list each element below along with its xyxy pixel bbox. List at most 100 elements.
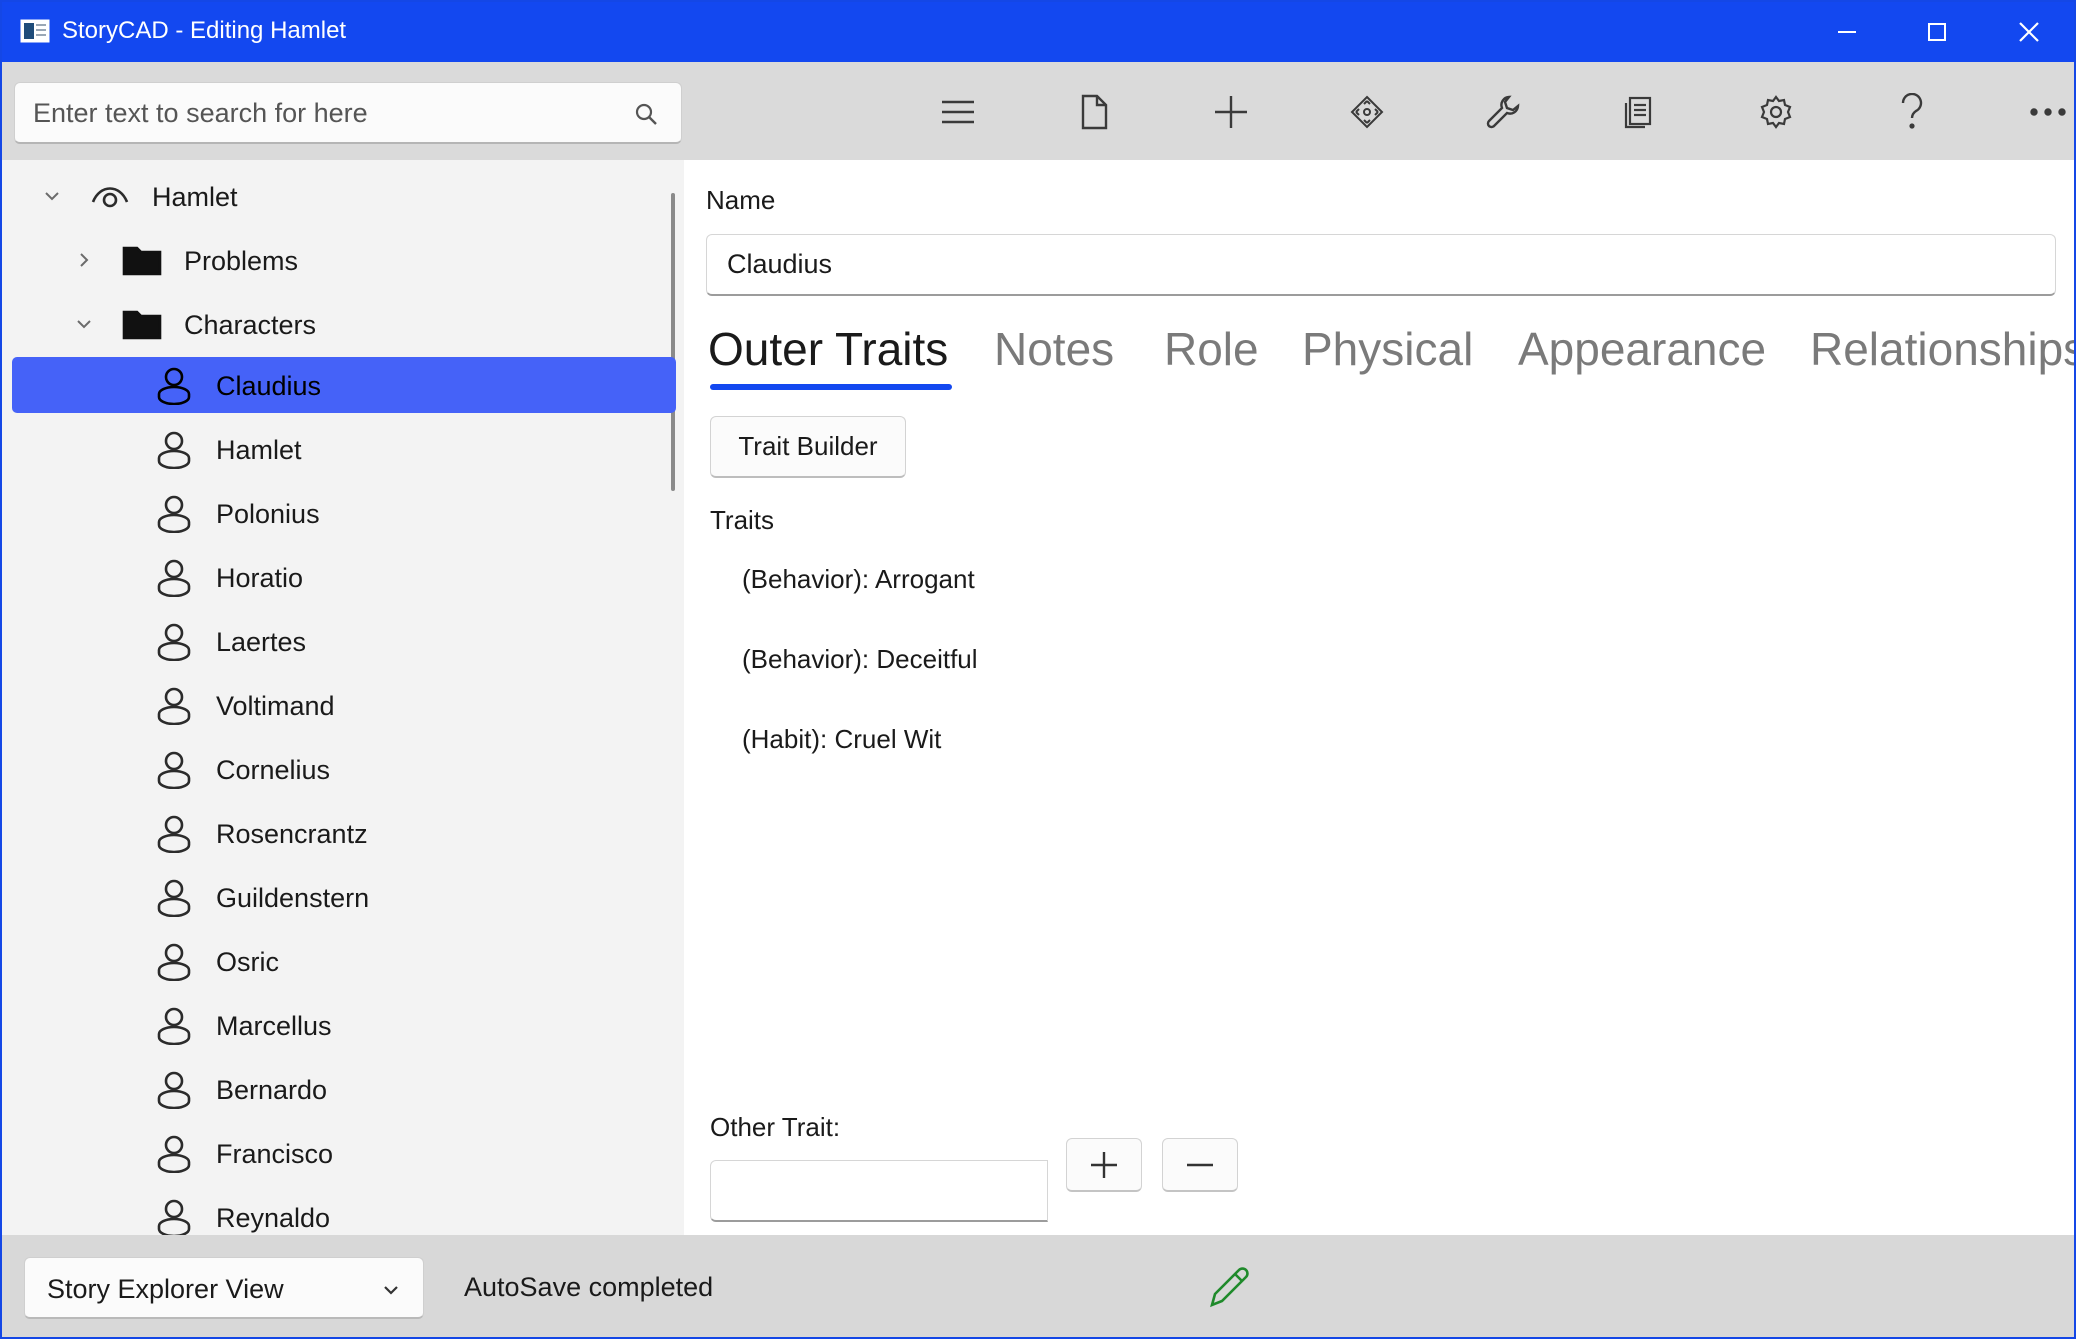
- tree-item-character[interactable]: Voltimand: [12, 677, 676, 733]
- person-icon: [154, 493, 194, 534]
- tree-item-label: Hamlet: [152, 182, 238, 212]
- pencil-icon: [1206, 1263, 1254, 1311]
- tree-item-label: Laertes: [216, 627, 307, 657]
- close-icon: [2019, 22, 2039, 42]
- tree-item-label: Characters: [184, 310, 317, 340]
- trait-list-item[interactable]: (Behavior): Arrogant: [742, 564, 975, 595]
- tree-item-label: Polonius: [216, 499, 320, 529]
- search-icon[interactable]: [633, 101, 659, 127]
- tab-physical[interactable]: Physical: [1302, 322, 1473, 376]
- trait-list-item[interactable]: (Habit): Cruel Wit: [742, 724, 941, 755]
- search-box[interactable]: [14, 82, 682, 144]
- tab-role[interactable]: Role: [1164, 322, 1259, 376]
- tree-item-character[interactable]: Cornelius: [12, 741, 676, 797]
- tab-appearance[interactable]: Appearance: [1518, 322, 1766, 376]
- tree-item-characters[interactable]: Characters: [12, 296, 676, 352]
- menu-icon: [942, 100, 974, 124]
- more-button[interactable]: [2020, 86, 2074, 138]
- app-icon: [20, 19, 50, 43]
- active-tab-indicator: [710, 384, 952, 390]
- gear-icon: [1760, 95, 1792, 129]
- tree-item-label: Problems: [184, 246, 299, 276]
- eye-icon: [90, 176, 130, 216]
- person-icon: [154, 1197, 194, 1235]
- tab-relationships[interactable]: Relationships: [1810, 322, 2074, 376]
- tree-item-character[interactable]: Polonius: [12, 485, 676, 541]
- tree-item-character[interactable]: Laertes: [12, 613, 676, 669]
- person-icon: [154, 429, 194, 470]
- chevron-down-icon: [381, 1280, 401, 1300]
- tree-item-character[interactable]: Horatio: [12, 549, 676, 605]
- tree-item-character[interactable]: Reynaldo: [12, 1189, 676, 1235]
- tree-item-character[interactable]: Marcellus: [12, 997, 676, 1053]
- minus-icon: [1187, 1163, 1213, 1166]
- add-icon: [1215, 96, 1247, 128]
- toolbar: [2, 62, 2074, 160]
- character-editor: Name Outer Traits Notes Role Physical Ap…: [684, 160, 2074, 1235]
- person-icon: [154, 1005, 194, 1046]
- folder-icon: [122, 240, 162, 280]
- person-icon: [154, 941, 194, 982]
- trait-list-item[interactable]: (Behavior): Deceitful: [742, 644, 978, 675]
- add-trait-button[interactable]: [1066, 1138, 1142, 1192]
- window-title: StoryCAD - Editing Hamlet: [62, 17, 347, 44]
- minimize-icon: [1838, 31, 1856, 33]
- tree-item-label: Horatio: [216, 563, 304, 593]
- tree-item-label: Marcellus: [216, 1011, 332, 1041]
- search-input[interactable]: [33, 91, 613, 135]
- person-icon: [154, 557, 194, 598]
- tree-item-label: Cornelius: [216, 755, 331, 785]
- tab-notes[interactable]: Notes: [994, 322, 1114, 376]
- tree-item-label: Voltimand: [216, 691, 335, 721]
- chevron-down-icon[interactable]: [42, 186, 62, 206]
- maximize-icon: [1928, 23, 1946, 41]
- help-button[interactable]: [1884, 86, 1940, 138]
- person-icon: [154, 365, 194, 406]
- person-icon: [154, 749, 194, 790]
- tree-item-character[interactable]: Rosencrantz: [12, 805, 676, 861]
- remove-trait-button[interactable]: [1162, 1138, 1238, 1192]
- tree-item-character[interactable]: Francisco: [12, 1125, 676, 1181]
- tree-item-label: Guildenstern: [216, 883, 370, 913]
- new-file-icon: [1081, 94, 1108, 130]
- traits-label: Traits: [710, 505, 775, 535]
- tree-item-problems[interactable]: Problems: [12, 232, 676, 288]
- person-icon: [154, 813, 194, 854]
- close-button[interactable]: [1984, 2, 2074, 62]
- tree-item-character[interactable]: Bernardo: [12, 1061, 676, 1117]
- tree-item-label: Osric: [216, 947, 279, 977]
- move-button[interactable]: [1339, 86, 1395, 138]
- folder-icon: [122, 304, 162, 344]
- person-icon: [154, 685, 194, 726]
- reports-button[interactable]: [1611, 86, 1667, 138]
- tree-item-character[interactable]: Guildenstern: [12, 869, 676, 925]
- chevron-down-icon[interactable]: [74, 314, 94, 334]
- tree-item-label: Hamlet: [216, 435, 302, 465]
- tree-item-label: Claudius: [216, 371, 322, 401]
- maximize-button[interactable]: [1892, 2, 1982, 62]
- view-selector[interactable]: Story Explorer View: [24, 1257, 424, 1319]
- trait-builder-button[interactable]: Trait Builder: [710, 416, 906, 478]
- settings-button[interactable]: [1748, 86, 1804, 138]
- menu-button[interactable]: [930, 86, 986, 138]
- tab-outer-traits[interactable]: Outer Traits: [708, 322, 948, 376]
- add-button[interactable]: [1203, 86, 1259, 138]
- tree-item-character[interactable]: Osric: [12, 933, 676, 989]
- tree-item-label: Francisco: [216, 1139, 334, 1169]
- tree-item-root[interactable]: Hamlet: [12, 168, 676, 224]
- tree-item-character[interactable]: Hamlet: [12, 421, 676, 477]
- move-icon: [1350, 95, 1384, 129]
- reports-icon: [1624, 96, 1652, 129]
- tree-item-character[interactable]: Claudius: [12, 357, 676, 413]
- person-icon: [154, 1133, 194, 1174]
- chevron-right-icon[interactable]: [74, 250, 94, 270]
- name-field[interactable]: [706, 234, 2056, 296]
- other-trait-input[interactable]: [710, 1160, 1048, 1222]
- new-file-button[interactable]: [1066, 86, 1122, 138]
- person-icon: [154, 621, 194, 662]
- wrench-icon: [1486, 95, 1520, 129]
- tools-button[interactable]: [1475, 86, 1531, 138]
- title-bar: StoryCAD - Editing Hamlet: [2, 2, 2074, 62]
- minimize-button[interactable]: [1802, 2, 1892, 62]
- plus-icon: [1091, 1151, 1117, 1178]
